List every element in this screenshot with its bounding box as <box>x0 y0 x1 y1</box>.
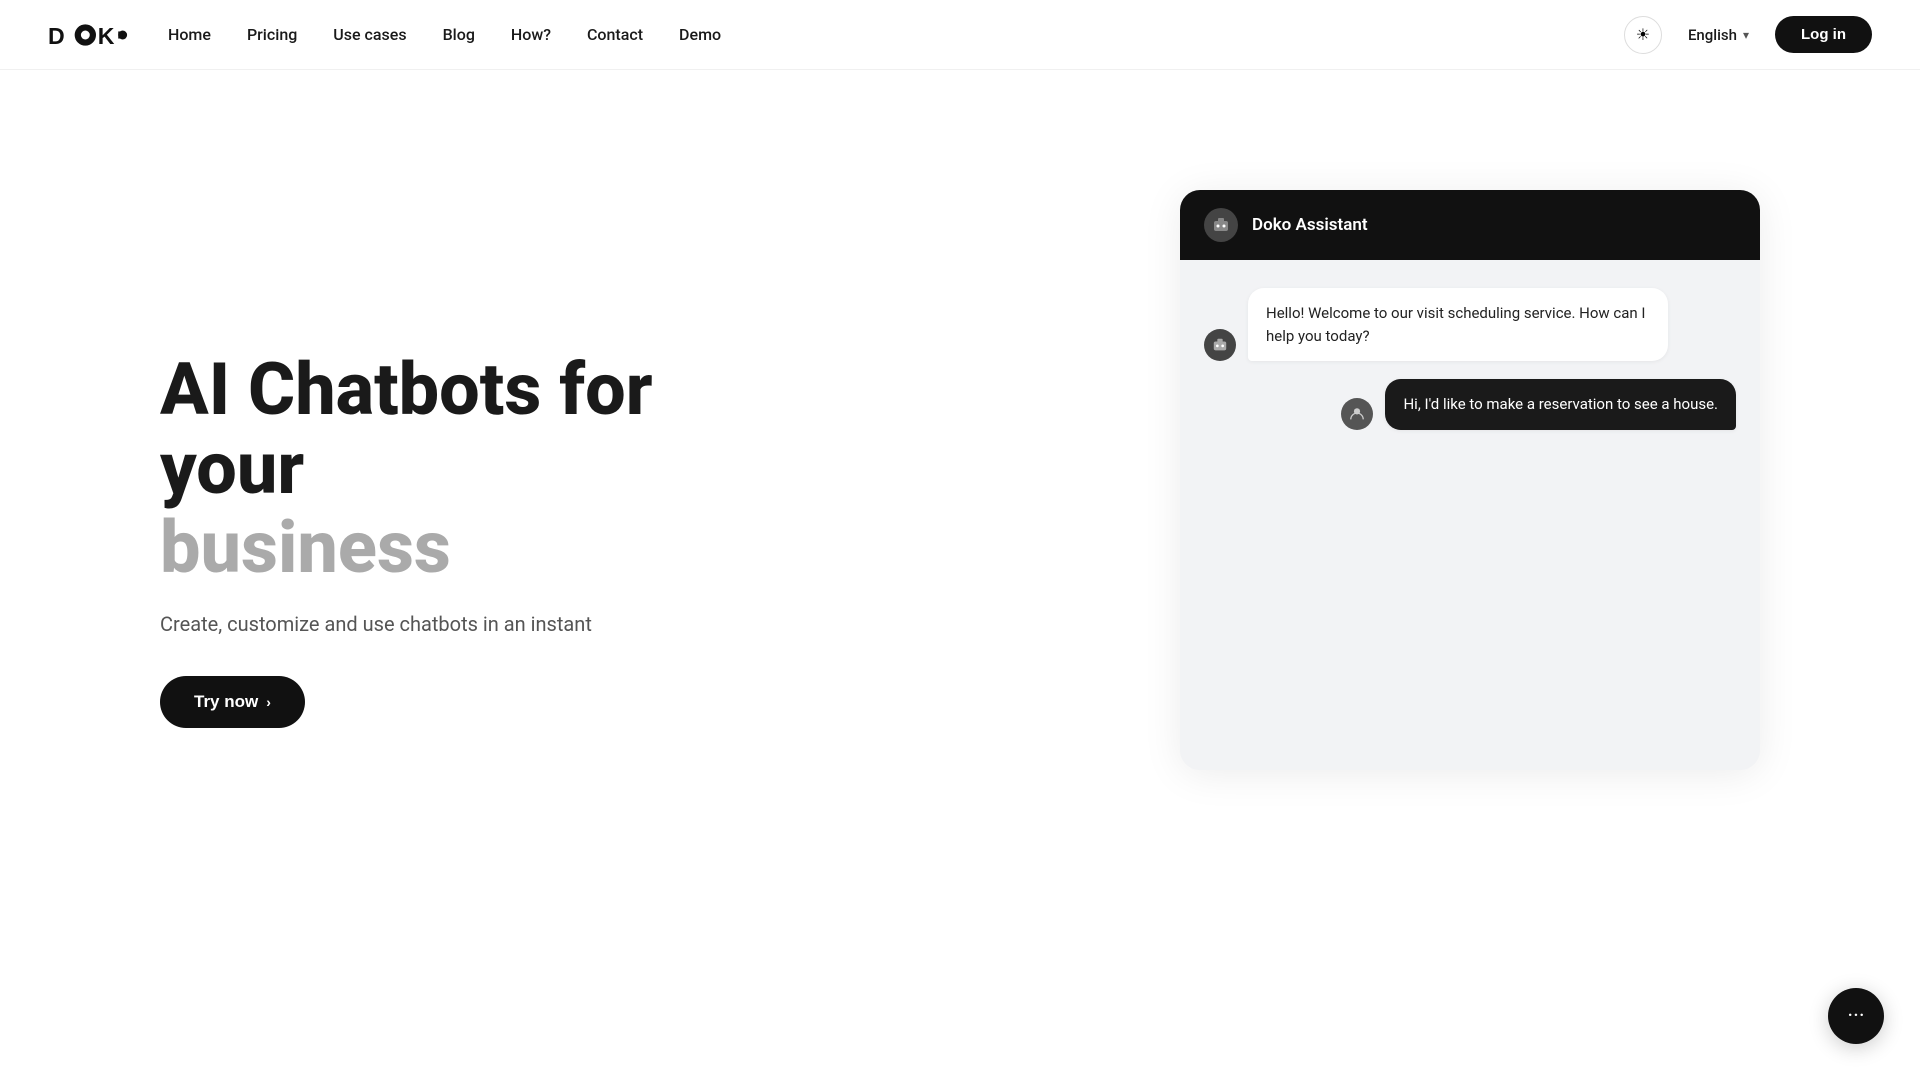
nav-links: Home Pricing Use cases Blog How? Contact… <box>168 25 721 44</box>
nav-item-use-cases[interactable]: Use cases <box>333 25 406 44</box>
floating-chat-button[interactable]: ··· <box>1828 988 1884 1044</box>
nav-right: ☀ English ▾ Log in <box>1624 16 1872 54</box>
hero-title-line2: business <box>160 505 451 590</box>
sun-icon: ☀ <box>1636 25 1650 45</box>
svg-text:D: D <box>48 22 65 48</box>
nav-item-home[interactable]: Home <box>168 25 211 44</box>
user-message-bubble: Hi, I'd like to make a reservation to se… <box>1385 379 1736 430</box>
floating-chat-icon: ··· <box>1847 1004 1864 1029</box>
nav-item-demo[interactable]: Demo <box>679 25 721 44</box>
hero-right: Doko Assistant Hello! Welcome to our vis… <box>1180 170 1760 770</box>
hero-left: AI Chatbots for your business Create, cu… <box>160 170 780 728</box>
chat-header: Doko Assistant <box>1180 190 1760 260</box>
user-message-avatar <box>1341 398 1373 430</box>
try-now-label: Try now <box>194 692 258 712</box>
hero-subtitle: Create, customize and use chatbots in an… <box>160 612 780 636</box>
nav-item-pricing[interactable]: Pricing <box>247 25 297 44</box>
nav-item-contact[interactable]: Contact <box>587 25 643 44</box>
nav-left: D K Home Pricing Use cases Blog How? Con… <box>48 19 721 51</box>
language-label: English <box>1688 26 1737 44</box>
hero-title-line1: AI Chatbots for your <box>160 347 653 511</box>
login-button[interactable]: Log in <box>1775 16 1872 53</box>
arrow-icon: › <box>266 694 271 710</box>
bot-message-row: Hello! Welcome to our visit scheduling s… <box>1204 288 1736 361</box>
theme-toggle-button[interactable]: ☀ <box>1624 16 1662 54</box>
bot-message-avatar <box>1204 329 1236 361</box>
chevron-down-icon: ▾ <box>1743 28 1749 42</box>
chat-title: Doko Assistant <box>1252 215 1368 235</box>
chat-bot-avatar <box>1204 208 1238 242</box>
svg-text:K: K <box>98 22 115 48</box>
navbar: D K Home Pricing Use cases Blog How? Con… <box>0 0 1920 70</box>
chat-body: Hello! Welcome to our visit scheduling s… <box>1180 260 1760 770</box>
bot-message-bubble: Hello! Welcome to our visit scheduling s… <box>1248 288 1668 361</box>
language-selector[interactable]: English ▾ <box>1678 20 1759 50</box>
hero-title: AI Chatbots for your business <box>160 350 780 588</box>
try-now-button[interactable]: Try now › <box>160 676 305 728</box>
nav-item-blog[interactable]: Blog <box>443 25 475 44</box>
nav-item-how[interactable]: How? <box>511 25 551 44</box>
logo[interactable]: D K <box>48 19 128 51</box>
hero-section: AI Chatbots for your business Create, cu… <box>0 70 1920 1080</box>
chat-window: Doko Assistant Hello! Welcome to our vis… <box>1180 190 1760 770</box>
user-message-row: Hi, I'd like to make a reservation to se… <box>1204 379 1736 430</box>
